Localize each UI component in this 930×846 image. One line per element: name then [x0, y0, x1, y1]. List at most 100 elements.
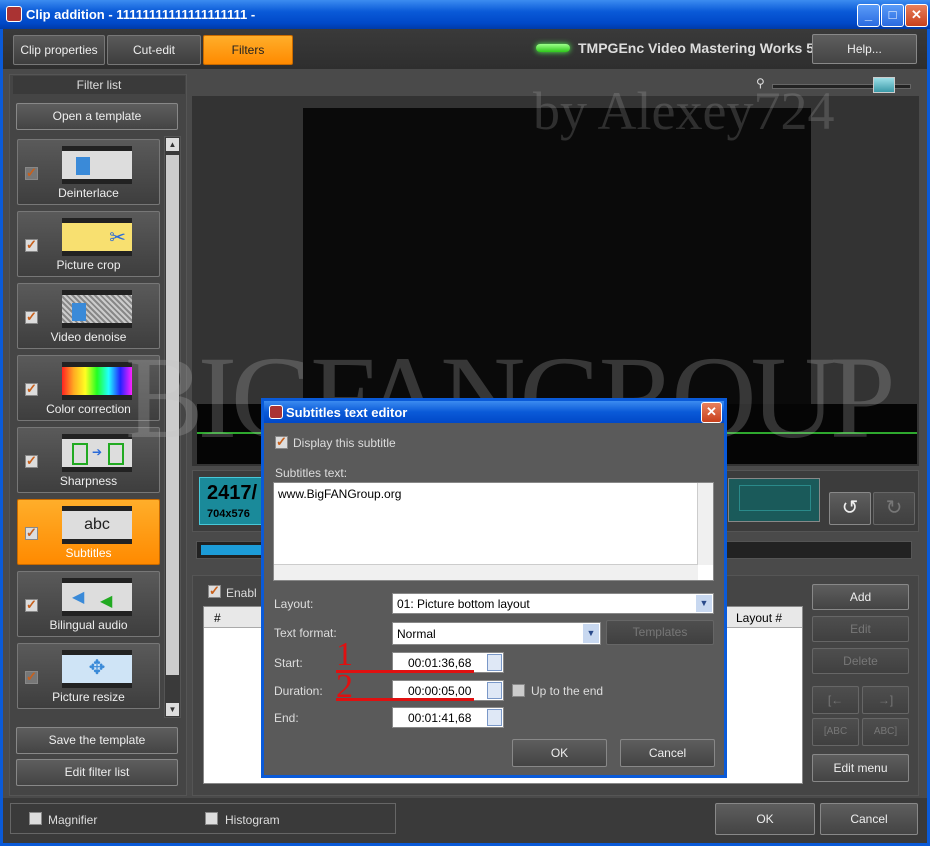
histogram-checkbox[interactable] [205, 812, 218, 825]
close-button[interactable]: ✕ [905, 4, 928, 27]
zoom-slider-handle[interactable] [873, 77, 895, 93]
filter-label: Deinterlace [58, 186, 119, 200]
filter-checkbox[interactable] [25, 597, 38, 613]
window-title: Clip addition - 11111111111111111111 - [26, 7, 256, 22]
up-to-end-checkbox[interactable] [512, 684, 525, 697]
filter-item-bilingual-audio[interactable]: ◀◀ Bilingual audio [17, 571, 160, 637]
text-format-select[interactable]: Normal ▼ [392, 622, 601, 645]
undo-icon[interactable]: ↺ [829, 492, 871, 525]
status-led [536, 44, 570, 52]
scroll-down-icon[interactable]: ▼ [166, 703, 179, 716]
filter-label: Sharpness [59, 474, 118, 488]
tab-cut-edit[interactable]: Cut-edit [107, 35, 201, 65]
speaker-icon: ◀ ◀ [62, 578, 132, 616]
filter-checkbox[interactable] [25, 669, 38, 685]
layout-label: Layout: [274, 597, 314, 611]
duration-stepper-icon[interactable] [487, 682, 502, 699]
watermark-top: by Alexey724 [533, 81, 835, 141]
dialog-title: Subtitles text editor [286, 405, 408, 420]
redo-icon[interactable]: ↻ [873, 492, 915, 525]
up-to-end-label: Up to the end [531, 684, 604, 698]
dialog-ok-button[interactable]: OK [512, 739, 607, 767]
dialog-app-icon [269, 405, 283, 419]
resize-arrows-icon: ✥ [62, 650, 132, 688]
filter-checkbox[interactable] [25, 453, 38, 469]
text-vscrollbar[interactable] [697, 483, 713, 565]
filter-checkbox[interactable] [25, 237, 38, 253]
filter-label: Bilingual audio [49, 618, 128, 632]
sharpness-icon: ➔ [62, 434, 132, 472]
frame-number: 2417/ [207, 482, 258, 504]
filter-item-deinterlace[interactable]: Deinterlace [17, 139, 160, 205]
delete-button[interactable]: Delete [812, 648, 909, 674]
dialog-titlebar: Subtitles text editor [264, 401, 724, 423]
filter-item-picture-crop[interactable]: ✂ Picture crop [17, 211, 160, 277]
layout-value: 01: Picture bottom layout [397, 597, 530, 611]
filter-item-subtitles[interactable]: abc Subtitles [17, 499, 160, 565]
move-right-icon[interactable]: →] [862, 686, 909, 714]
chevron-down-icon[interactable]: ▼ [583, 624, 599, 643]
audio-meter [728, 478, 820, 522]
enable-label: Enabl [226, 586, 257, 600]
subtitles-text-label: Subtitles text: [275, 466, 348, 480]
denoise-icon [62, 290, 132, 328]
histogram-label: Histogram [225, 813, 280, 827]
filter-label: Subtitles [65, 546, 112, 560]
abc-right-icon[interactable]: ABC] [862, 718, 909, 746]
display-subtitle-checkbox[interactable] [275, 434, 288, 450]
magnifier-checkbox[interactable] [29, 812, 42, 825]
filter-checkbox[interactable] [25, 309, 38, 325]
layout-select[interactable]: 01: Picture bottom layout ▼ [392, 593, 714, 614]
column-number: # [214, 611, 221, 625]
chevron-down-icon[interactable]: ▼ [696, 595, 712, 612]
help-button[interactable]: Help... [812, 34, 917, 64]
add-button[interactable]: Add [812, 584, 909, 610]
move-left-icon[interactable]: [← [812, 686, 859, 714]
filter-label: Picture resize [52, 690, 125, 704]
subtitles-text-icon: abc [62, 506, 132, 544]
end-stepper-icon[interactable] [487, 709, 502, 726]
open-template-button[interactable]: Open a template [16, 103, 178, 130]
cancel-button[interactable]: Cancel [820, 803, 918, 835]
filter-item-picture-resize[interactable]: ✥ Picture resize [17, 643, 160, 709]
edit-button[interactable]: Edit [812, 616, 909, 642]
end-time-input[interactable]: 00:01:41,68 [392, 707, 504, 728]
tab-filters[interactable]: Filters [203, 35, 293, 65]
display-subtitle-label: Display this subtitle [293, 436, 396, 450]
subtitles-text-area[interactable]: www.BigFANGroup.org [273, 482, 714, 581]
end-label: End: [274, 711, 299, 725]
edit-menu-button[interactable]: Edit menu [812, 754, 909, 782]
text-format-value: Normal [397, 627, 436, 641]
filter-checkbox[interactable] [25, 165, 38, 181]
column-layout: Layout # [736, 611, 783, 625]
filter-checkbox[interactable] [25, 525, 38, 541]
color-spectrum-icon [62, 362, 132, 400]
start-stepper-icon[interactable] [487, 654, 502, 671]
abc-left-icon[interactable]: [ABC [812, 718, 859, 746]
minimize-button[interactable]: _ [857, 4, 880, 27]
filter-list-title: Filter list [13, 76, 185, 94]
edit-filter-list-button[interactable]: Edit filter list [16, 759, 178, 786]
dialog-close-icon[interactable]: ✕ [701, 402, 722, 423]
app-icon [6, 6, 22, 22]
maximize-button[interactable]: □ [881, 4, 904, 27]
deinterlace-icon [62, 146, 132, 184]
text-format-label: Text format: [274, 626, 337, 640]
templates-button[interactable]: Templates [606, 620, 714, 645]
tab-clip-properties[interactable]: Clip properties [13, 35, 105, 65]
scroll-up-icon[interactable]: ▲ [166, 138, 179, 151]
subtitles-text-value: www.BigFANGroup.org [278, 487, 402, 501]
annotation-underline-2 [336, 698, 474, 701]
scissors-icon: ✂ [62, 218, 132, 256]
text-hscrollbar[interactable] [274, 564, 698, 580]
enable-checkbox[interactable] [208, 583, 221, 599]
filter-label: Picture crop [56, 258, 121, 272]
save-template-button[interactable]: Save the template [16, 727, 178, 754]
annotation-underline-1 [336, 670, 474, 673]
start-label: Start: [274, 656, 303, 670]
filter-checkbox[interactable] [25, 381, 38, 397]
ok-button[interactable]: OK [715, 803, 815, 835]
frame-resolution: 704x576 [207, 508, 250, 520]
dialog-cancel-button[interactable]: Cancel [620, 739, 715, 767]
brand-name: TMPGEnc Video Mastering Works 5 [578, 40, 814, 56]
